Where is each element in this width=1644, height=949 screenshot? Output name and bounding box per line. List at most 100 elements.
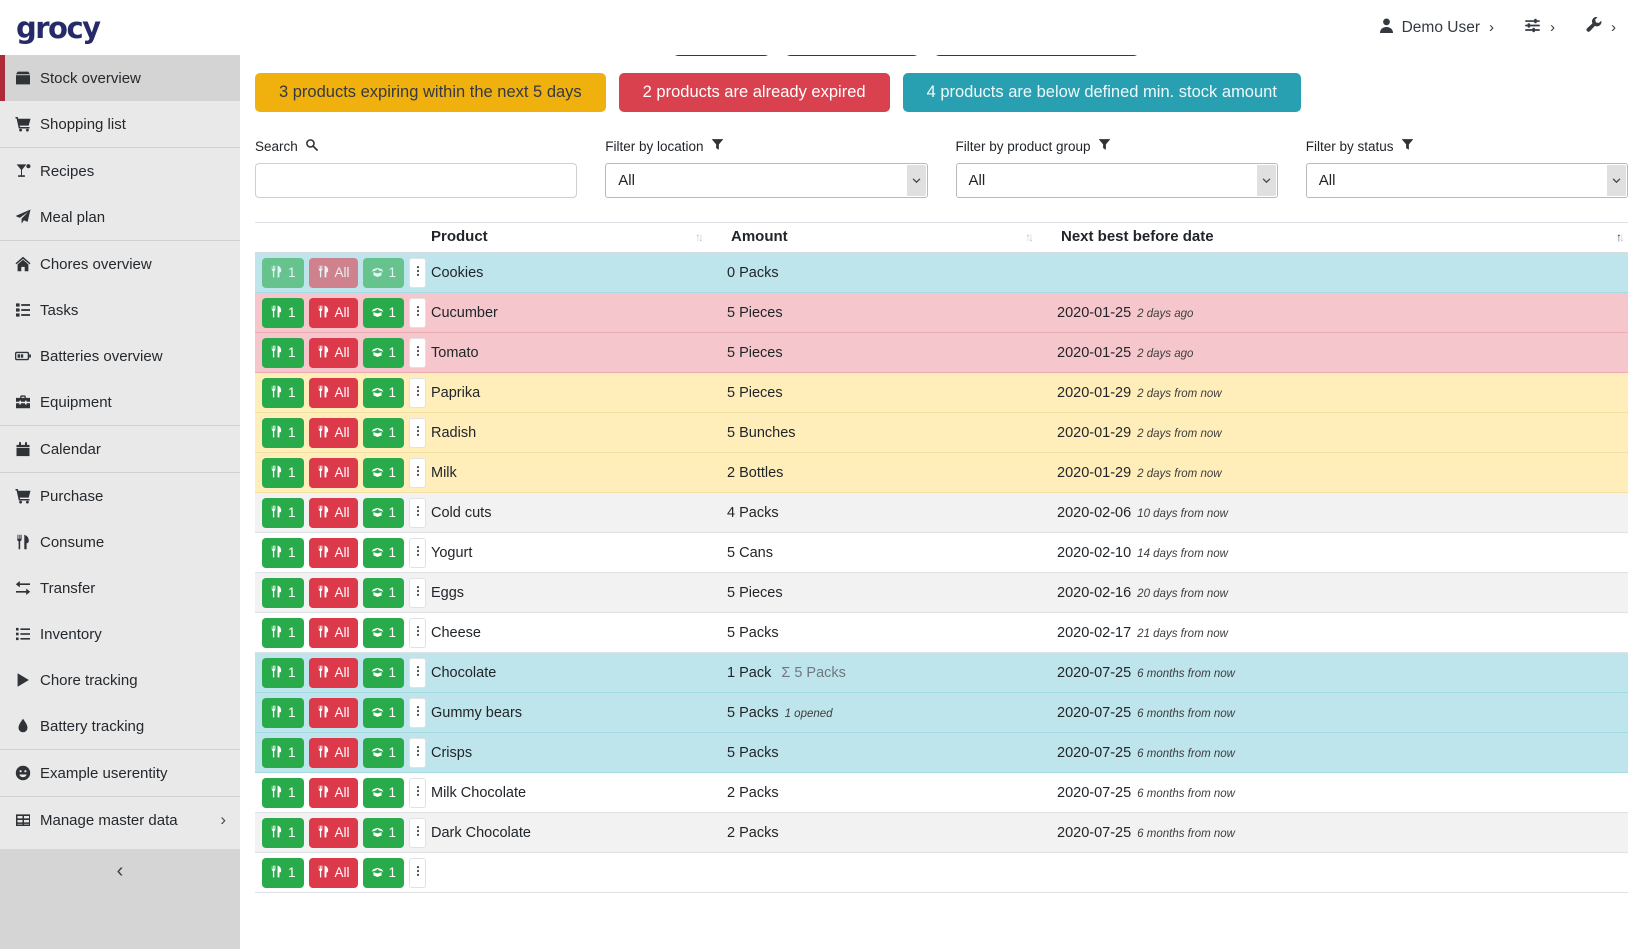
row-more-button[interactable]	[409, 778, 426, 808]
row-more-button[interactable]	[409, 378, 426, 408]
sort-icon[interactable]: ↑↓	[695, 230, 701, 244]
sidebar-item-consume[interactable]: Consume	[0, 519, 240, 565]
open-one-button[interactable]: 1	[363, 378, 405, 408]
open-one-button[interactable]: 1	[363, 338, 405, 368]
expiring-soon-alert[interactable]: 3 products expiring within the next 5 da…	[255, 73, 606, 112]
row-more-button[interactable]	[409, 418, 426, 448]
row-more-button[interactable]	[409, 578, 426, 608]
consume-one-button[interactable]: 1	[262, 578, 304, 608]
open-one-button[interactable]: 1	[363, 658, 405, 688]
open-one-button[interactable]: 1	[363, 498, 405, 528]
row-more-button[interactable]	[409, 338, 426, 368]
row-more-button[interactable]	[409, 498, 426, 528]
sidebar-item-shopping-list[interactable]: Shopping list	[0, 101, 240, 147]
row-more-button[interactable]	[409, 738, 426, 768]
open-one-button[interactable]: 1	[363, 458, 405, 488]
consume-all-button[interactable]: All	[309, 618, 358, 648]
app-logo[interactable]: grocy	[16, 11, 100, 45]
row-more-button[interactable]	[409, 658, 426, 688]
sidebar-item-chore-tracking[interactable]: Chore tracking	[0, 657, 240, 703]
consume-one-button[interactable]: 1	[262, 858, 304, 888]
sidebar-item-battery-tracking[interactable]: Battery tracking	[0, 703, 240, 749]
best-before-column-header[interactable]: Next best before date ↑↓	[1057, 223, 1628, 252]
consume-all-button[interactable]: All	[309, 578, 358, 608]
row-more-button[interactable]	[409, 698, 426, 728]
sidebar-item-calendar[interactable]: Calendar	[0, 426, 240, 472]
consume-one-button[interactable]: 1	[262, 458, 304, 488]
consume-one-button[interactable]: 1	[262, 338, 304, 368]
row-more-button[interactable]	[409, 458, 426, 488]
consume-one-button[interactable]: 1	[262, 818, 304, 848]
consume-one-button[interactable]: 1	[262, 778, 304, 808]
sidebar-collapse-button[interactable]: ‹	[0, 849, 240, 949]
row-more-button[interactable]	[409, 538, 426, 568]
row-more-button[interactable]	[409, 258, 426, 288]
consume-all-button[interactable]: All	[309, 418, 358, 448]
open-one-button[interactable]: 1	[363, 538, 405, 568]
open-one-button[interactable]: 1	[363, 258, 405, 288]
consume-all-button[interactable]: All	[309, 498, 358, 528]
open-one-button[interactable]: 1	[363, 298, 405, 328]
open-one-button[interactable]: 1	[363, 818, 405, 848]
consume-one-button[interactable]: 1	[262, 738, 304, 768]
consume-all-button[interactable]: All	[309, 258, 358, 288]
open-one-button[interactable]: 1	[363, 738, 405, 768]
open-one-button[interactable]: 1	[363, 578, 405, 608]
row-more-button[interactable]	[409, 298, 426, 328]
consume-all-button[interactable]: All	[309, 458, 358, 488]
open-one-button[interactable]: 1	[363, 778, 405, 808]
search-input[interactable]	[255, 163, 577, 198]
consume-one-button[interactable]: 1	[262, 298, 304, 328]
sidebar-item-recipes[interactable]: Recipes	[0, 148, 240, 194]
open-one-button[interactable]: 1	[363, 858, 405, 888]
consume-one-button[interactable]: 1	[262, 698, 304, 728]
consume-all-button[interactable]: All	[309, 658, 358, 688]
consume-all-button[interactable]: All	[309, 698, 358, 728]
row-more-button[interactable]	[409, 618, 426, 648]
sort-icon[interactable]: ↑↓	[1616, 230, 1622, 244]
sidebar-item-meal-plan[interactable]: Meal plan	[0, 194, 240, 240]
location-select[interactable]: All	[605, 163, 927, 198]
product-group-select[interactable]: All	[956, 163, 1278, 198]
open-one-button[interactable]: 1	[363, 418, 405, 448]
sort-icon[interactable]: ↑↓	[1025, 230, 1031, 244]
open-one-button[interactable]: 1	[363, 698, 405, 728]
consume-one-button[interactable]: 1	[262, 618, 304, 648]
open-one-button[interactable]: 1	[363, 618, 405, 648]
consume-all-button[interactable]: All	[309, 538, 358, 568]
consume-one-button[interactable]: 1	[262, 498, 304, 528]
consume-all-button[interactable]: All	[309, 378, 358, 408]
admin-menu[interactable]: ›	[1585, 17, 1616, 39]
expired-alert[interactable]: 2 products are already expired	[619, 73, 890, 112]
sidebar-item-chores-overview[interactable]: Chores overview	[0, 241, 240, 287]
status-select[interactable]: All	[1306, 163, 1628, 198]
sidebar-item-tasks[interactable]: Tasks	[0, 287, 240, 333]
consume-one-button[interactable]: 1	[262, 538, 304, 568]
sidebar-item-manage-master-data[interactable]: Manage master data ›	[0, 797, 240, 843]
consume-all-button[interactable]: All	[309, 298, 358, 328]
sidebar-item-batteries-overview[interactable]: Batteries overview	[0, 333, 240, 379]
sidebar-item-equipment[interactable]: Equipment	[0, 379, 240, 425]
consume-all-button[interactable]: All	[309, 338, 358, 368]
row-more-button[interactable]	[409, 858, 426, 888]
sidebar-item-stock-overview[interactable]: Stock overview	[0, 55, 240, 101]
sidebar-item-inventory[interactable]: Inventory	[0, 611, 240, 657]
product-column-header[interactable]: Product ↑↓	[427, 223, 727, 252]
consume-all-button[interactable]: All	[309, 818, 358, 848]
sidebar-item-transfer[interactable]: Transfer	[0, 565, 240, 611]
consume-one-button[interactable]: 1	[262, 258, 304, 288]
below-min-stock-alert[interactable]: 4 products are below defined min. stock …	[903, 73, 1301, 112]
sidebar-item-example-userentity[interactable]: Example userentity	[0, 750, 240, 796]
sidebar-item-purchase[interactable]: Purchase	[0, 473, 240, 519]
consume-one-button[interactable]: 1	[262, 658, 304, 688]
amount-column-header[interactable]: Amount ↑↓	[727, 223, 1057, 252]
user-menu[interactable]: Demo User ›	[1378, 17, 1494, 39]
consume-one-button[interactable]: 1	[262, 418, 304, 448]
consume-one-button[interactable]: 1	[262, 378, 304, 408]
consume-all-button[interactable]: All	[309, 858, 358, 888]
settings-menu[interactable]: ›	[1524, 17, 1555, 39]
consume-all-button[interactable]: All	[309, 738, 358, 768]
consume-all-button[interactable]: All	[309, 778, 358, 808]
row-more-button[interactable]	[409, 818, 426, 848]
box-open-icon	[371, 465, 384, 481]
